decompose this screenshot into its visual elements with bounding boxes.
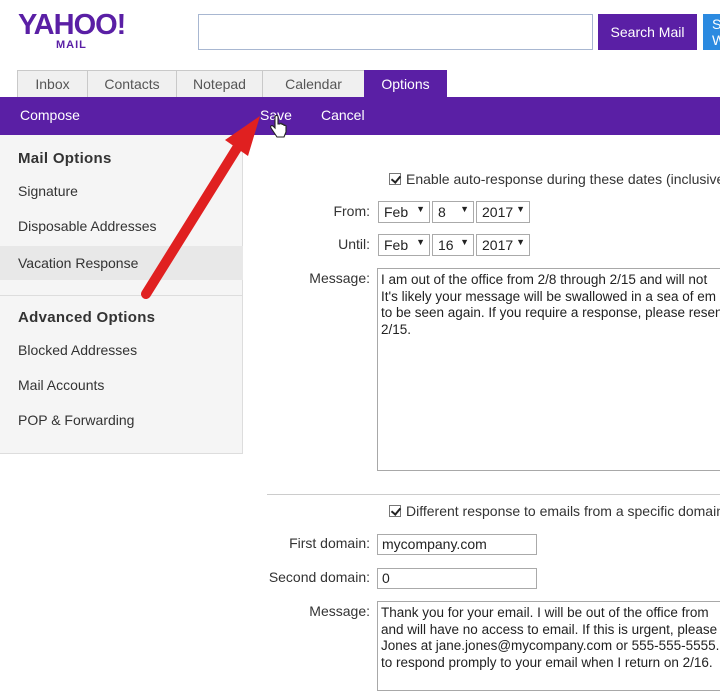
until-label: Until:	[338, 236, 370, 252]
until-month-select[interactable]: Feb ▼	[378, 234, 430, 256]
tab-notepad[interactable]: Notepad	[176, 70, 263, 97]
message2-label: Message:	[309, 603, 370, 619]
from-label: From:	[333, 203, 370, 219]
tab-inbox[interactable]: Inbox	[17, 70, 88, 97]
until-year-value: 2017	[482, 237, 514, 253]
mail-options-heading: Mail Options	[18, 150, 112, 167]
cancel-button[interactable]: Cancel	[321, 107, 365, 123]
message-label: Message:	[309, 270, 370, 286]
sidebar-item-mail-accounts[interactable]: Mail Accounts	[0, 368, 243, 402]
different-response-checkbox[interactable]	[389, 505, 401, 517]
from-year-value: 2017	[482, 204, 514, 220]
sidebar-item-disposable-addresses[interactable]: Disposable Addresses	[0, 209, 243, 243]
sidebar-item-pop-forwarding[interactable]: POP & Forwarding	[0, 403, 243, 437]
advanced-options-heading: Advanced Options	[18, 309, 156, 326]
sidebar-footer-area	[0, 453, 243, 682]
different-response-label: Different response to emails from a spec…	[406, 503, 720, 519]
logo-brand-text: YAHOO!	[18, 9, 126, 41]
search-input[interactable]	[198, 14, 593, 50]
second-domain-input[interactable]: 0	[377, 568, 537, 589]
from-day-value: 8	[438, 204, 446, 220]
hand-cursor-icon	[270, 115, 287, 138]
section-divider	[267, 494, 720, 495]
dropdown-arrow-icon: ▼	[460, 204, 469, 214]
sidebar-item-signature[interactable]: Signature	[0, 174, 243, 208]
sidebar-item-blocked-addresses[interactable]: Blocked Addresses	[0, 333, 243, 367]
tab-options[interactable]: Options	[364, 70, 447, 97]
sidebar-divider	[0, 295, 243, 296]
enable-auto-response-label: Enable auto-response during these dates …	[406, 171, 720, 187]
search-mail-button[interactable]: Search Mail	[598, 14, 697, 50]
from-month-select[interactable]: Feb ▼	[378, 201, 430, 223]
compose-button[interactable]: Compose	[20, 107, 80, 123]
from-year-select[interactable]: 2017 ▼	[476, 201, 530, 223]
dropdown-arrow-icon: ▼	[516, 204, 525, 214]
tab-contacts[interactable]: Contacts	[87, 70, 177, 97]
yahoo-mail-logo[interactable]: YAHOO! MAIL	[18, 9, 126, 51]
until-day-value: 16	[438, 237, 454, 253]
dropdown-arrow-icon: ▼	[516, 237, 525, 247]
enable-auto-response-checkbox[interactable]	[389, 173, 401, 185]
tab-calendar[interactable]: Calendar	[262, 70, 365, 97]
logo-sub-text: MAIL	[56, 39, 87, 51]
dropdown-arrow-icon: ▼	[416, 204, 425, 214]
second-domain-label: Second domain:	[268, 569, 370, 585]
first-domain-label: First domain:	[289, 535, 370, 551]
sidebar-item-vacation-response[interactable]: Vacation Response	[0, 246, 243, 280]
from-day-select[interactable]: 8 ▼	[432, 201, 474, 223]
from-month-value: Feb	[384, 204, 409, 220]
message2-textarea[interactable]: Thank you for your email. I will be out …	[377, 601, 720, 691]
until-year-select[interactable]: 2017 ▼	[476, 234, 530, 256]
search-web-button[interactable]: Search Web	[703, 14, 720, 50]
main-tabs: Inbox Contacts Notepad Calendar Options	[17, 70, 447, 97]
until-month-value: Feb	[384, 237, 409, 253]
options-toolbar: Compose Save Cancel	[0, 97, 720, 138]
options-sidebar: Mail Options Signature Disposable Addres…	[0, 135, 243, 682]
until-day-select[interactable]: 16 ▼	[432, 234, 474, 256]
dropdown-arrow-icon: ▼	[416, 237, 425, 247]
first-domain-input[interactable]: mycompany.com	[377, 534, 537, 555]
message-textarea[interactable]: I am out of the office from 2/8 through …	[377, 268, 720, 471]
dropdown-arrow-icon: ▼	[460, 237, 469, 247]
